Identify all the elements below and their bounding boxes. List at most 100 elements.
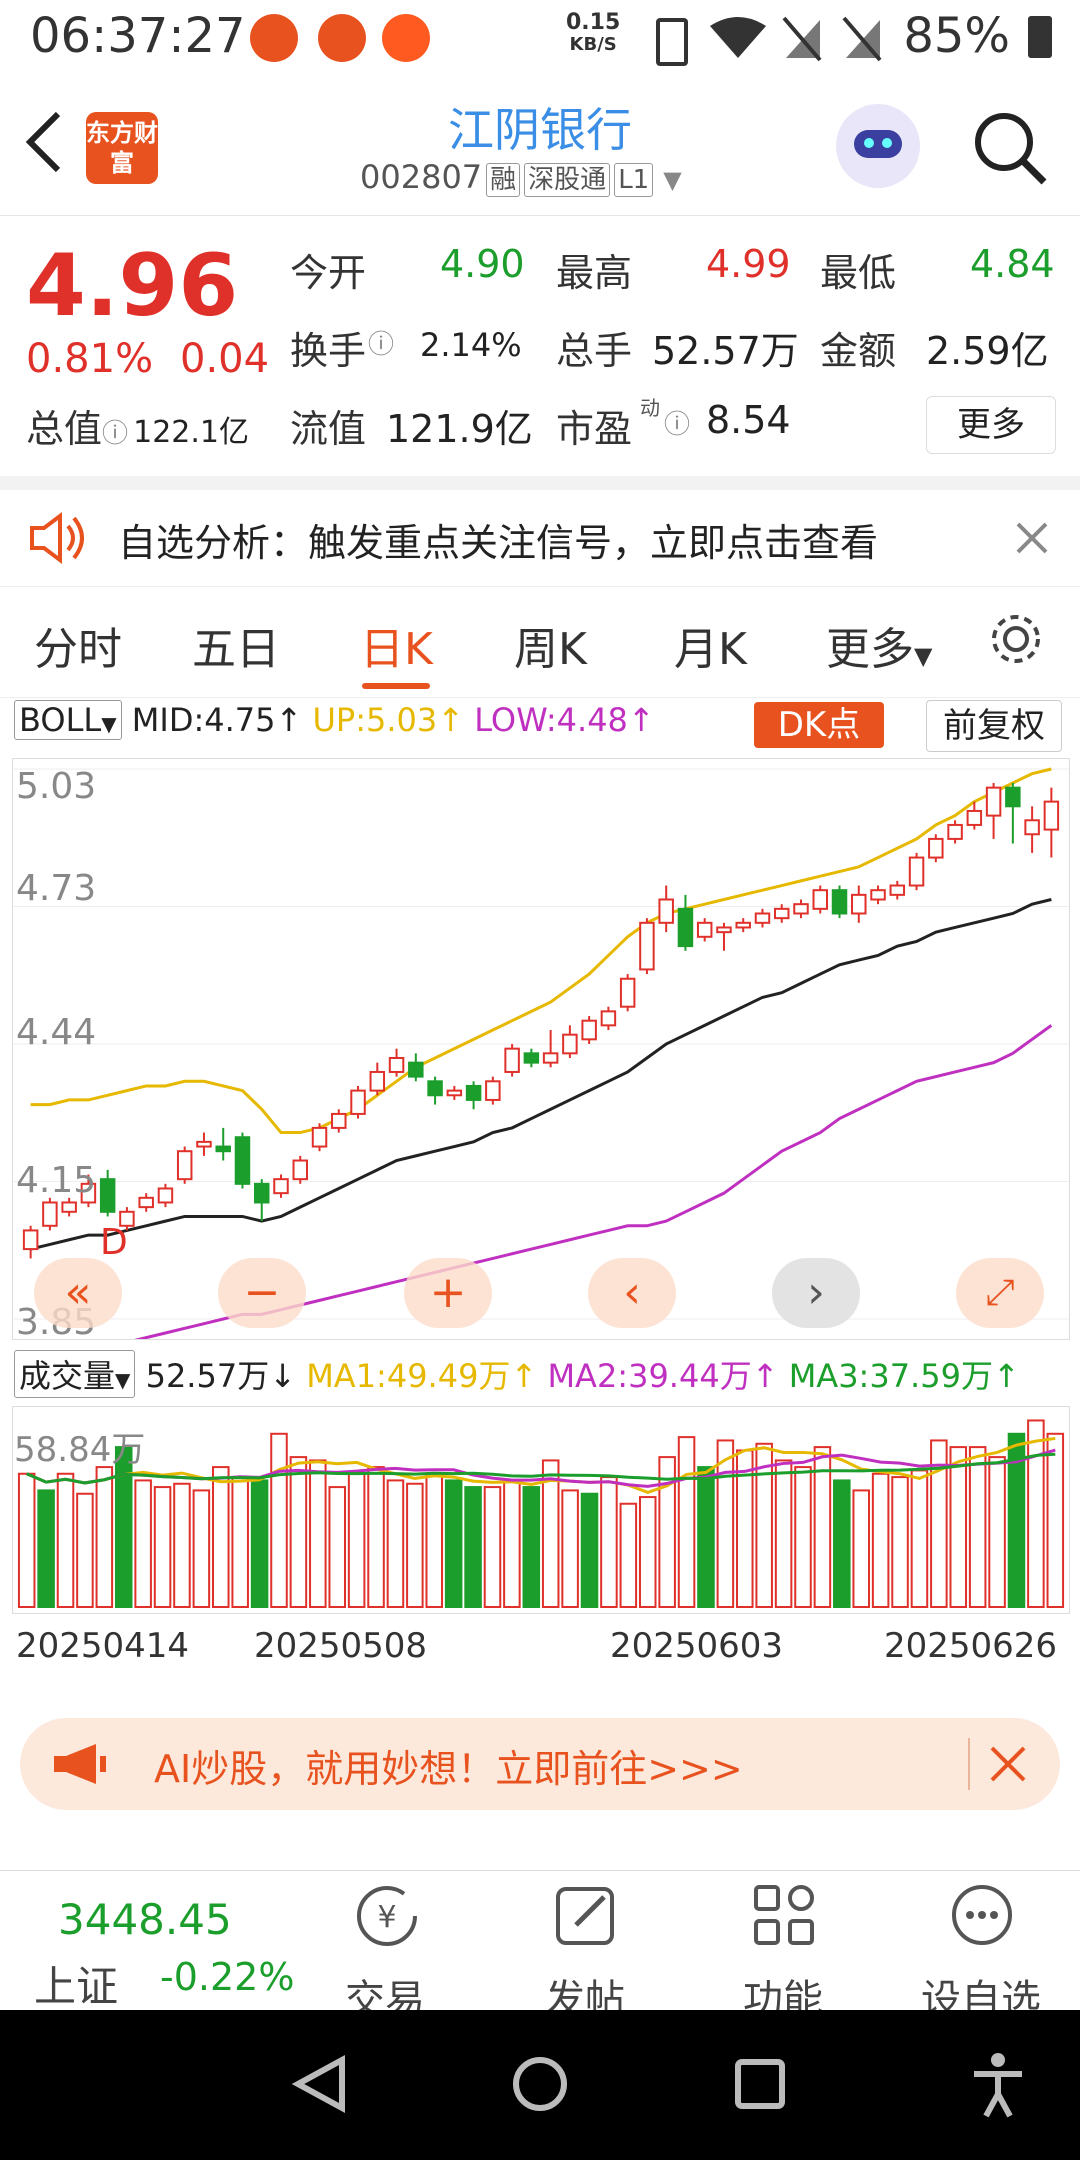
nav-home-icon[interactable] [510, 2054, 570, 2114]
scroll-right-button[interactable]: › [772, 1258, 860, 1328]
chart-tabs: 分时 五日 日K 周K 月K 更多▼ [0, 586, 1080, 698]
zoom-in-button[interactable]: + [404, 1258, 492, 1328]
info-icon[interactable]: ⓘ [102, 419, 128, 449]
volume-ma3: MA3:37.59万 [788, 1357, 993, 1395]
boll-indicator-row: BOLL▼ MID:4.75↑ UP:5.03↑ LOW:4.48↑ [14, 700, 655, 740]
volume-axis-label: 58.84万 [14, 1430, 146, 1470]
change-amount: 0.04 [180, 336, 270, 382]
nav-back-icon[interactable] [290, 2054, 350, 2114]
battery-icon [1028, 16, 1052, 58]
candle [176, 1150, 193, 1181]
scroll-left-fast-button[interactable]: « [34, 1258, 122, 1328]
volume-bar [309, 1459, 327, 1608]
volume-bar [483, 1486, 502, 1608]
volume-bar [231, 1476, 249, 1608]
robot-assistant-icon[interactable] [836, 104, 920, 188]
candle [157, 1187, 174, 1204]
status-bar: 06:37:27 0.15 KB/S 85% [0, 0, 1080, 80]
close-icon[interactable] [1014, 520, 1050, 556]
index-change: -0.22% [160, 1955, 295, 1999]
tab-five-day[interactable]: 五日 [192, 613, 280, 677]
candle [831, 889, 848, 915]
indicator-select[interactable]: BOLL▼ [14, 700, 122, 740]
tab-weekly-k[interactable]: 周K [514, 613, 587, 677]
boll-low: LOW:4.48 [474, 701, 628, 739]
stock-code-row[interactable]: 002807 融深股通 L1 ▼ [360, 158, 682, 197]
info-icon[interactable]: ⓘ [664, 404, 690, 441]
candle [735, 921, 751, 929]
candle [639, 921, 655, 971]
tab-more[interactable]: 更多▼ [826, 613, 932, 677]
candle [446, 1089, 463, 1097]
volume-chart[interactable] [12, 1406, 1070, 1614]
fullscreen-icon[interactable]: ⤢ [956, 1258, 1044, 1328]
tab-intraday[interactable]: 分时 [34, 613, 122, 677]
search-icon[interactable] [970, 108, 1050, 188]
dk-point-button[interactable]: DK点 [754, 702, 884, 748]
volume-bar [833, 1479, 851, 1608]
functions-button[interactable]: 功能 [708, 1871, 858, 2023]
volume-bar [56, 1472, 75, 1608]
candle [870, 889, 886, 901]
volume-bar [192, 1489, 211, 1608]
index-ticker[interactable]: 3448.45 上证 -0.22% [0, 1871, 294, 2011]
kline-chart[interactable] [12, 758, 1070, 1340]
more-button[interactable]: 更多 [926, 396, 1056, 454]
bottom-toolbar: 3448.45 上证 -0.22% ¥ 交易 发帖 功能 设自选 [0, 1870, 1080, 2023]
date-label: 20250414 [16, 1626, 190, 1666]
dropdown-icon: ▼ [914, 642, 933, 670]
tab-daily-k[interactable]: 日K [360, 613, 433, 677]
speaker-icon [30, 512, 84, 564]
notice-bar[interactable]: 自选分析：触发重点关注信号，立即点击查看 [0, 490, 1080, 586]
scroll-left-button[interactable]: ‹ [588, 1258, 676, 1328]
trade-button[interactable]: ¥ 交易 [310, 1871, 460, 2023]
y-axis-label: 4.73 [16, 868, 97, 909]
change-percent: 0.81% [26, 336, 154, 382]
ai-promo-banner[interactable]: AI炒股，就用妙想！立即前往>>> [20, 1718, 1060, 1810]
candle [908, 856, 925, 887]
volume-bar [988, 1456, 1006, 1608]
current-price: 4.96 [26, 236, 239, 336]
info-icon[interactable]: ⓘ [368, 324, 394, 361]
nav-recents-icon[interactable] [730, 2054, 790, 2114]
candle [485, 1080, 501, 1101]
candle [196, 1140, 212, 1148]
close-icon[interactable] [988, 1744, 1028, 1784]
tab-monthly-k[interactable]: 月K [674, 613, 747, 677]
volume-bar [697, 1466, 715, 1609]
candle [947, 823, 963, 840]
candle [1024, 819, 1040, 836]
volume-bar [677, 1436, 696, 1608]
settings-gear-icon[interactable] [988, 611, 1044, 667]
volume-ma1: MA1:49.49万 [306, 1357, 511, 1395]
signal-off-icon [782, 16, 822, 62]
candle [99, 1178, 116, 1213]
battery-percent: 85% [903, 8, 1010, 64]
post-button[interactable]: 发帖 [510, 1871, 660, 2023]
amount-value: 2.59亿 [926, 329, 1049, 373]
volume-bar [212, 1466, 230, 1609]
volume-bar [1027, 1419, 1045, 1608]
volume-select[interactable]: 成交量▼ [14, 1350, 136, 1398]
volume-bar [17, 1472, 36, 1608]
candle [504, 1047, 520, 1073]
y-axis-label: 4.15 [16, 1160, 97, 1201]
candle [562, 1033, 578, 1055]
candle [331, 1112, 347, 1129]
volume-bar [949, 1446, 968, 1609]
adjust-button[interactable]: 前复权 [926, 700, 1062, 752]
divider [968, 1738, 970, 1790]
index-name: 上证 [34, 1962, 119, 2011]
divider [0, 476, 1080, 490]
candle [350, 1089, 366, 1115]
signal-off-icon [842, 16, 882, 62]
zoom-out-button[interactable]: − [218, 1258, 306, 1328]
app-notification-icon [250, 14, 298, 62]
volume-bar [910, 1469, 929, 1608]
add-watchlist-button[interactable]: 设自选 [906, 1871, 1056, 2023]
volume-bar [37, 1489, 55, 1608]
candle [22, 1229, 39, 1251]
pe-value: 8.54 [706, 398, 791, 442]
accessibility-icon[interactable] [968, 2050, 1028, 2118]
volume-bar [716, 1439, 735, 1608]
